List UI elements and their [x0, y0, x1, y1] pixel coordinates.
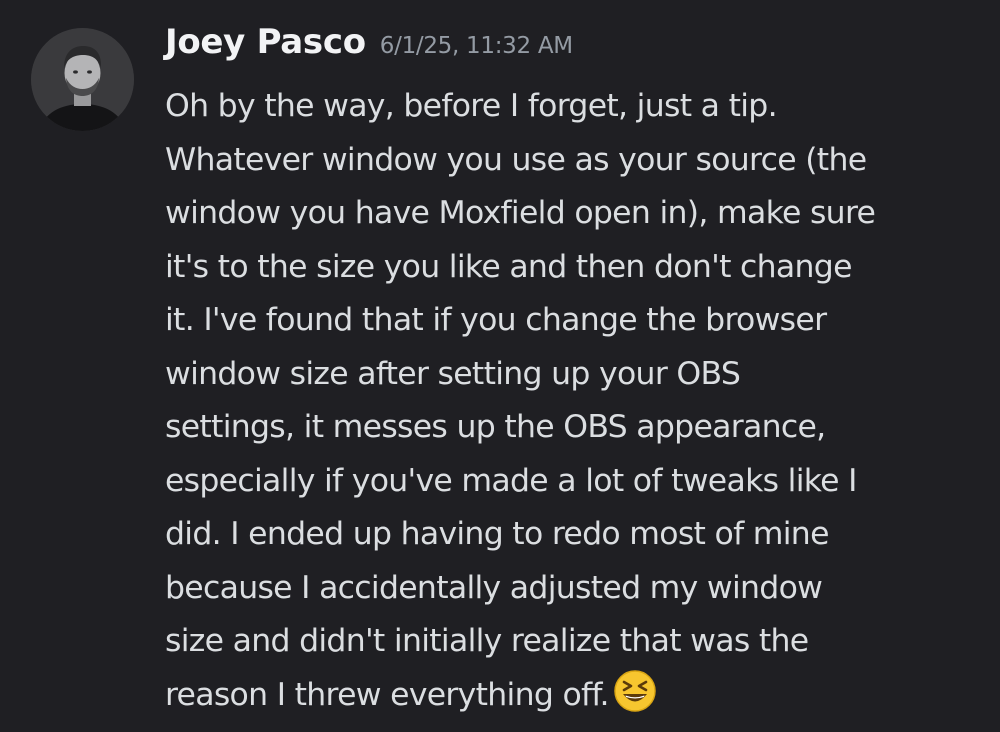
- message-line: settings, it messes up the OBS appearanc…: [165, 409, 826, 445]
- message-line: especially if you've made a lot of tweak…: [165, 462, 857, 499]
- message-line: Whatever window you use as your source (…: [165, 141, 867, 178]
- author-name[interactable]: Joey Pasco: [165, 22, 366, 62]
- message-line: window size after setting up your OBS: [165, 355, 741, 392]
- message-line-last: reason I threw everything off.: [165, 669, 980, 731]
- message-line-text: reason I threw everything off.: [165, 676, 610, 713]
- message-line: window you have Moxfield open in), make …: [165, 195, 876, 231]
- message-line: did. I ended up having to redo most of m…: [165, 516, 829, 552]
- message-line: because I accidentally adjusted my windo…: [165, 569, 823, 606]
- message-header: Joey Pasco 6/1/25, 11:32 AM: [165, 22, 573, 62]
- user-avatar-image: [31, 28, 134, 131]
- timestamp[interactable]: 6/1/25, 11:32 AM: [380, 33, 573, 59]
- avatar[interactable]: [31, 28, 134, 131]
- laughing-squinting-face-icon: [613, 669, 657, 731]
- message-line: size and didn't initially realize that w…: [165, 623, 809, 659]
- message-body: Oh by the way, before I forget, just a t…: [165, 80, 980, 730]
- message-line: it. I've found that if you change the br…: [165, 302, 827, 338]
- message-line: Oh by the way, before I forget, just a t…: [165, 88, 778, 124]
- message-line: it's to the size you like and then don't…: [165, 248, 852, 285]
- chat-message: Joey Pasco 6/1/25, 11:32 AM Oh by the way…: [0, 0, 1000, 732]
